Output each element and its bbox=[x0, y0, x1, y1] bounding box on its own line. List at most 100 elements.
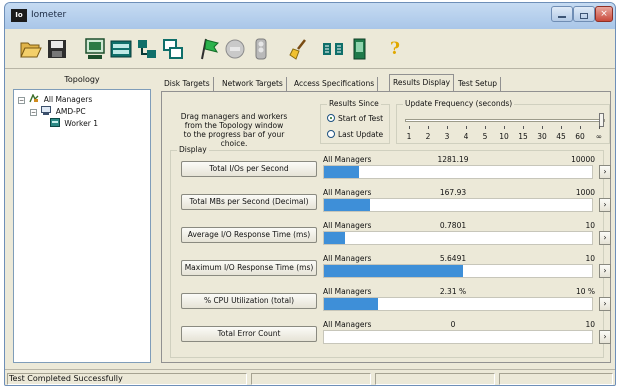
frequency-label: 4 bbox=[463, 132, 469, 141]
expand-toggle-icon[interactable]: − bbox=[18, 97, 25, 104]
metric-max: 10 bbox=[585, 320, 595, 329]
metric-max: 10 bbox=[585, 254, 595, 263]
slider-thumb[interactable] bbox=[599, 113, 604, 127]
status-cell bbox=[251, 373, 371, 385]
status-cell bbox=[499, 373, 613, 385]
scale-button[interactable]: › bbox=[599, 165, 611, 179]
folder-open-icon bbox=[20, 42, 42, 58]
metric-bar[interactable] bbox=[323, 231, 593, 245]
minimize-button[interactable] bbox=[551, 6, 573, 22]
exit-button[interactable] bbox=[347, 37, 371, 61]
metric-bar-fill bbox=[324, 298, 378, 310]
slider-tick bbox=[561, 126, 562, 129]
stop-sign-icon bbox=[225, 39, 245, 59]
stop-current-test-button[interactable] bbox=[223, 37, 247, 61]
metric-bar[interactable] bbox=[323, 264, 593, 278]
metric-source: All Managers bbox=[323, 254, 372, 263]
save-config-button[interactable] bbox=[45, 37, 69, 61]
scale-button[interactable]: › bbox=[599, 198, 611, 212]
metric-value: 0 bbox=[450, 320, 456, 329]
display-title: Display bbox=[177, 145, 209, 155]
radio-label: Start of Test bbox=[338, 114, 384, 123]
tab-test-setup[interactable]: Test Setup bbox=[455, 77, 501, 91]
new-disk-worker-button[interactable] bbox=[109, 37, 133, 61]
disconnect-manager-button[interactable] bbox=[321, 37, 345, 61]
open-config-button[interactable] bbox=[19, 37, 43, 61]
metric-max: 10 bbox=[585, 221, 595, 230]
metric-value: 167.93 bbox=[439, 188, 467, 197]
close-icon: × bbox=[600, 9, 608, 19]
scale-button[interactable]: › bbox=[599, 231, 611, 245]
tab-results-display[interactable]: Results Display bbox=[389, 74, 455, 91]
radio-unselected-icon[interactable] bbox=[327, 130, 335, 138]
tree-node-label: All Managers bbox=[43, 95, 93, 104]
metric-bar-fill bbox=[324, 166, 359, 178]
topology-tree[interactable]: − All Managers − AMD-PC Worker 1 bbox=[13, 89, 151, 363]
metric-button-max-response[interactable]: Maximum I/O Response Time (ms) bbox=[181, 260, 317, 276]
copy-worker-icon bbox=[163, 39, 183, 59]
slider-tick bbox=[466, 126, 467, 129]
metric-bar[interactable] bbox=[323, 330, 593, 344]
tree-node-all-managers[interactable]: − All Managers bbox=[18, 94, 92, 106]
radio-start-of-test[interactable]: Start of Test bbox=[327, 113, 383, 125]
tree-node-label: AMD-PC bbox=[55, 107, 86, 116]
maximize-button[interactable] bbox=[573, 6, 595, 22]
metric-bar[interactable] bbox=[323, 165, 593, 179]
title-bar[interactable]: Io Iometer × bbox=[5, 3, 615, 29]
metric-button-error-count[interactable]: Total Error Count bbox=[181, 326, 317, 342]
frequency-label: 1 bbox=[406, 132, 412, 141]
disconnect-icon bbox=[323, 43, 343, 55]
metric-value: 2.31 % bbox=[439, 287, 467, 296]
radio-last-update[interactable]: Last Update bbox=[327, 129, 383, 141]
scale-button[interactable]: › bbox=[599, 264, 611, 278]
tree-node-worker[interactable]: Worker 1 bbox=[50, 118, 98, 130]
metric-source: All Managers bbox=[323, 287, 372, 296]
update-frequency-slider[interactable] bbox=[405, 119, 605, 122]
reset-workers-button[interactable] bbox=[287, 37, 311, 61]
metric-button-total-mbs[interactable]: Total MBs per Second (Decimal) bbox=[181, 194, 317, 210]
slider-tick bbox=[504, 126, 505, 129]
tab-access-specifications[interactable]: Access Specifications bbox=[291, 77, 379, 91]
frequency-label: 30 bbox=[537, 132, 547, 141]
tab-disk-targets[interactable]: Disk Targets bbox=[161, 77, 214, 91]
slider-tick bbox=[447, 126, 448, 129]
slider-tick bbox=[485, 126, 486, 129]
stoplight-icon bbox=[255, 38, 267, 60]
iometer-window: Io Iometer × ? Topology − All Managers −… bbox=[4, 2, 616, 386]
green-flag-icon bbox=[201, 38, 219, 60]
expand-toggle-icon[interactable]: − bbox=[30, 109, 37, 116]
metric-max: 10 % bbox=[575, 287, 595, 296]
slider-tick bbox=[542, 126, 543, 129]
metric-bar-fill bbox=[324, 232, 346, 244]
radio-selected-icon[interactable] bbox=[327, 114, 335, 122]
about-button[interactable]: ? bbox=[383, 37, 407, 61]
window-title: Iometer bbox=[31, 10, 67, 20]
metric-button-total-ios[interactable]: Total I/Os per Second bbox=[181, 161, 317, 177]
metric-bar[interactable] bbox=[323, 198, 593, 212]
scale-button[interactable]: › bbox=[599, 330, 611, 344]
metric-bar-fill bbox=[324, 199, 370, 211]
topology-heading: Topology bbox=[64, 75, 100, 84]
tree-node-manager[interactable]: − AMD-PC bbox=[30, 106, 86, 118]
exit-door-icon bbox=[353, 38, 366, 60]
new-network-worker-button[interactable] bbox=[135, 37, 159, 61]
question-mark-icon: ? bbox=[390, 39, 400, 59]
tab-network-targets[interactable]: Network Targets bbox=[219, 77, 287, 91]
scale-button[interactable]: › bbox=[599, 297, 611, 311]
metric-button-avg-response[interactable]: Average I/O Response Time (ms) bbox=[181, 227, 317, 243]
start-tests-button[interactable] bbox=[197, 37, 221, 61]
status-text: Test Completed Successfully bbox=[9, 374, 123, 383]
main-client-area: Topology − All Managers − AMD-PC Worker … bbox=[5, 69, 615, 369]
close-button[interactable]: × bbox=[595, 6, 613, 22]
duplicate-worker-button[interactable] bbox=[161, 37, 185, 61]
metric-button-cpu-utilization[interactable]: % CPU Utilization (total) bbox=[181, 293, 317, 309]
metric-bar[interactable] bbox=[323, 297, 593, 311]
stop-all-tests-button[interactable] bbox=[249, 37, 273, 61]
broom-icon bbox=[289, 39, 306, 60]
frequency-label: 45 bbox=[556, 132, 566, 141]
new-manager-button[interactable] bbox=[83, 37, 107, 61]
frequency-label: 5 bbox=[482, 132, 488, 141]
maximize-icon bbox=[580, 13, 588, 19]
frequency-label: ∞ bbox=[595, 132, 603, 141]
computer-icon bbox=[41, 106, 52, 115]
